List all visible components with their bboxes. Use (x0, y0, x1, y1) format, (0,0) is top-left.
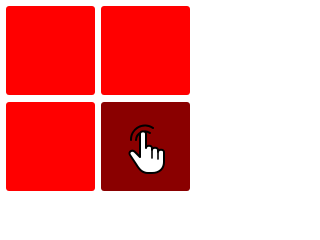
hand-pointer-click-icon (128, 124, 165, 174)
tile-top-left[interactable] (6, 6, 95, 95)
tile-bottom-left[interactable] (6, 102, 95, 191)
tile-bottom-right[interactable] (101, 102, 190, 191)
tile-top-right[interactable] (101, 6, 190, 95)
tile-grid (0, 0, 200, 200)
